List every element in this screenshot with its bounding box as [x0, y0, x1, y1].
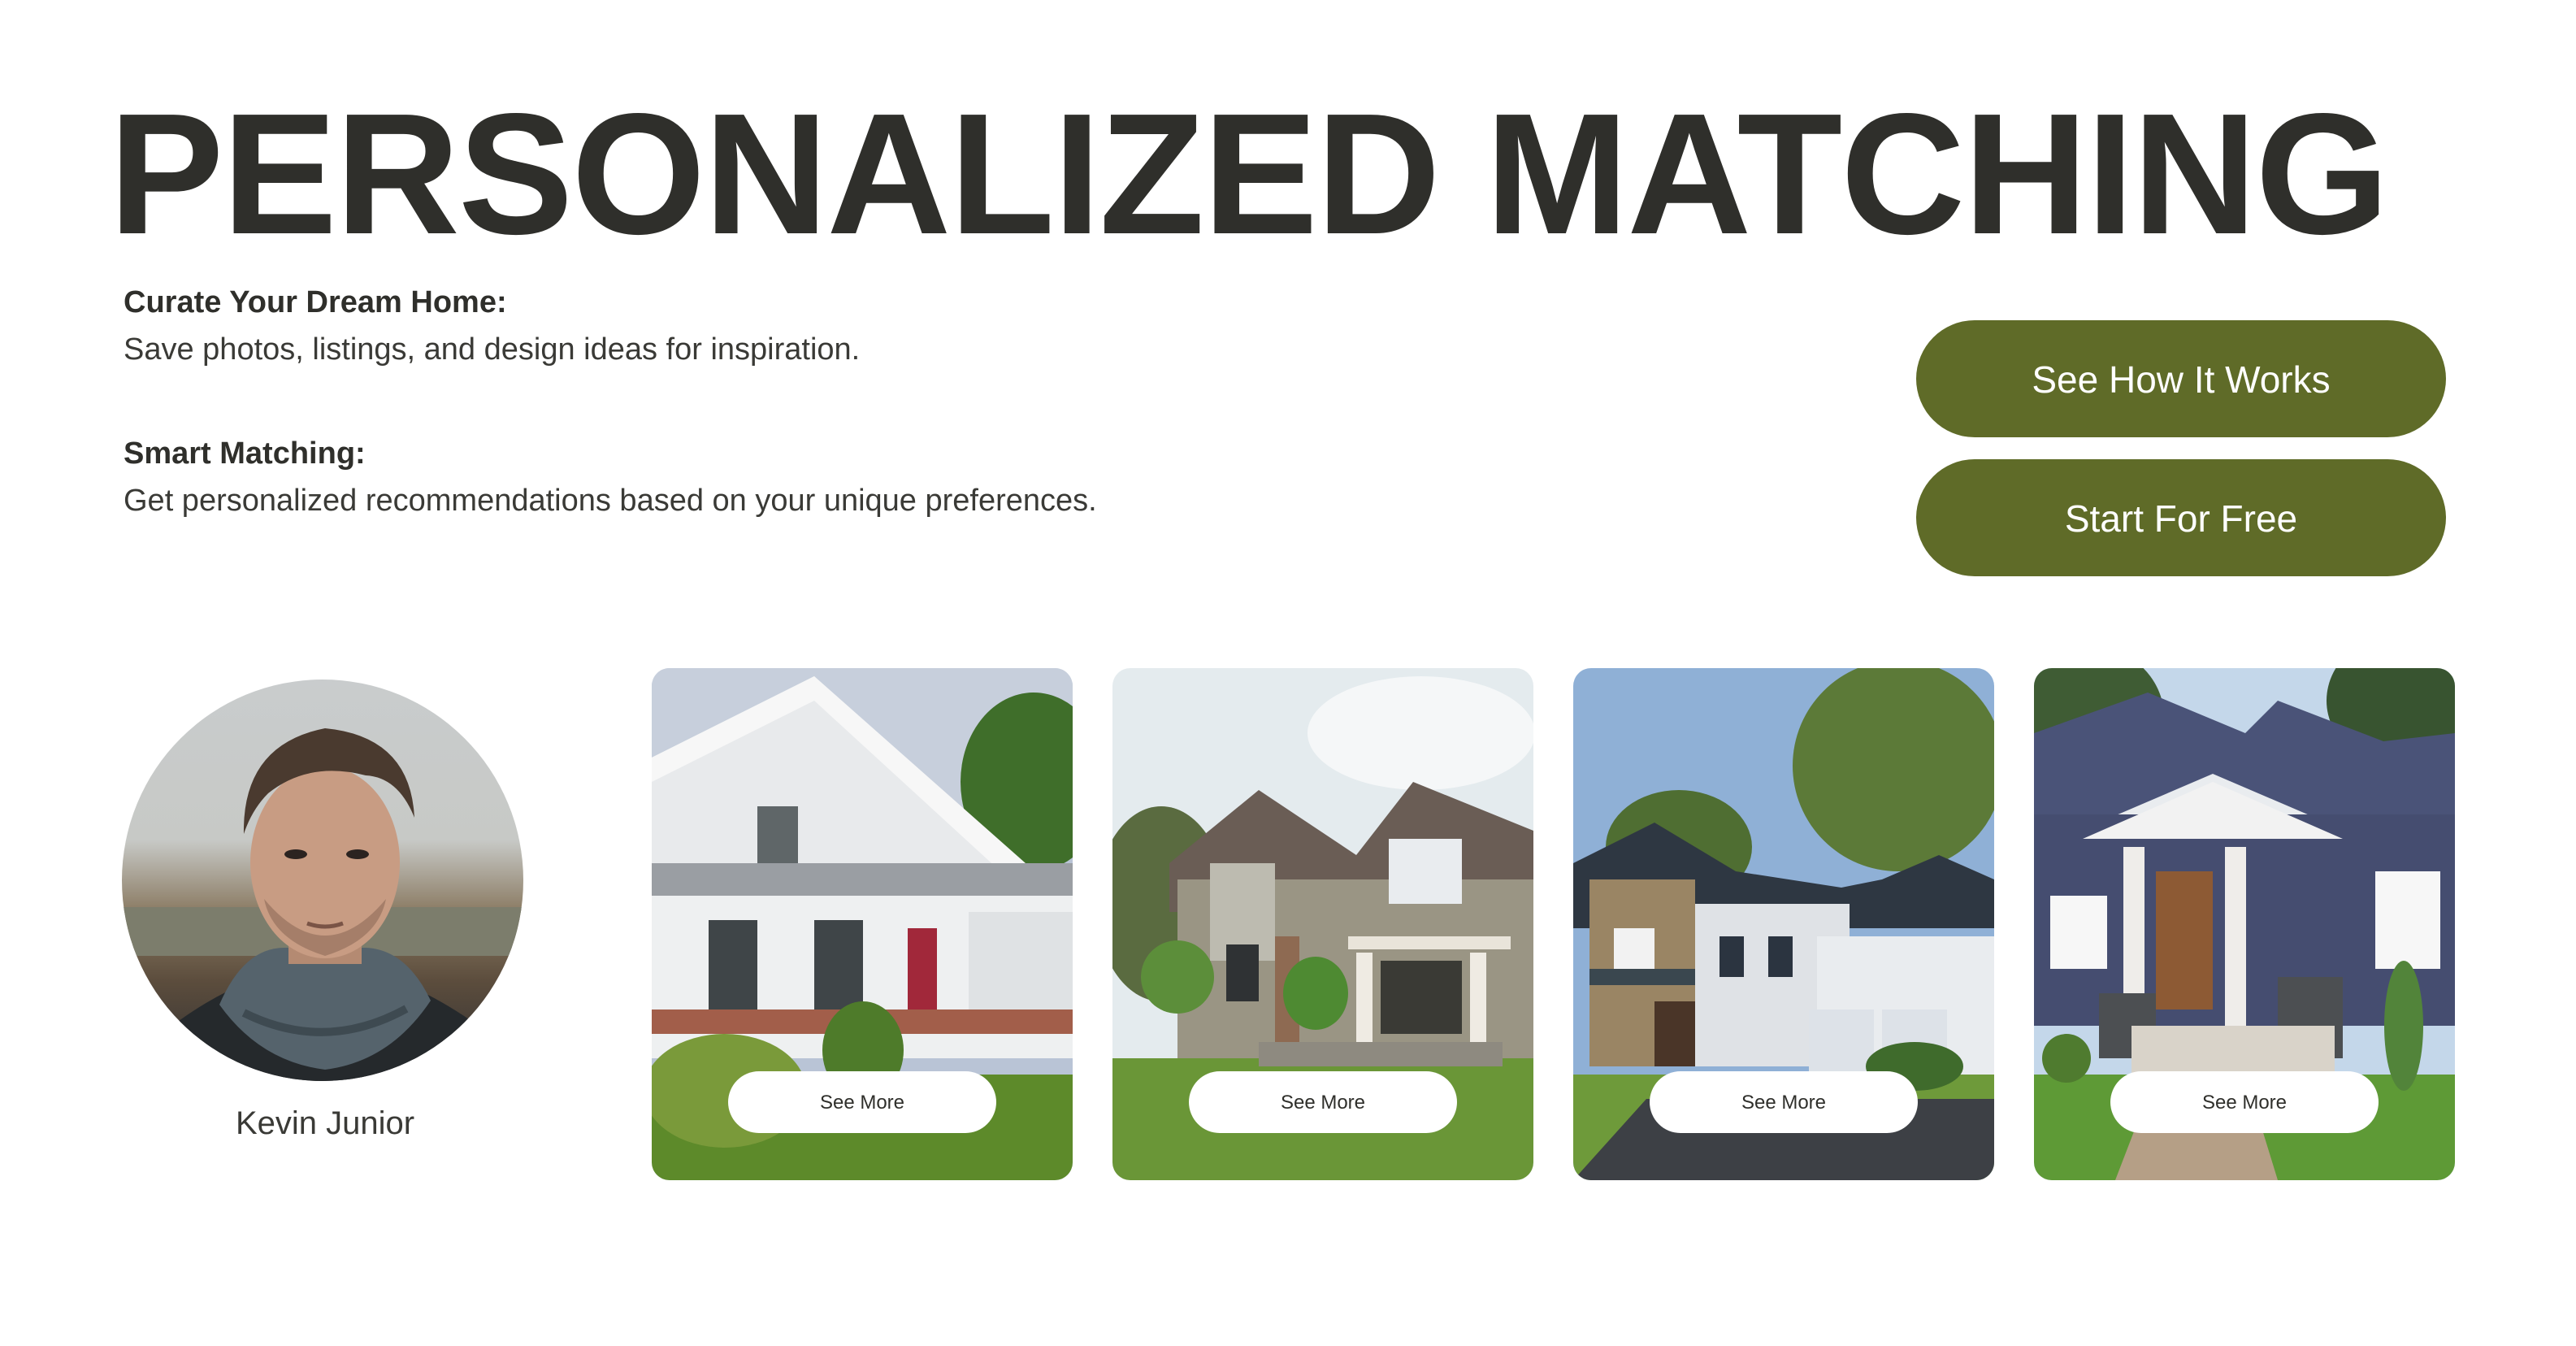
feature-curate: Curate Your Dream Home: Save photos, lis… [124, 281, 1586, 376]
see-more-button[interactable]: See More [2110, 1071, 2379, 1133]
features-list: Curate Your Dream Home: Save photos, lis… [124, 281, 1586, 584]
feature-heading: Smart Matching: [124, 436, 366, 471]
page-title: PERSONALIZED MATCHING [109, 77, 2389, 270]
see-more-button[interactable]: See More [728, 1071, 996, 1133]
house-card[interactable]: See More [1573, 668, 1994, 1180]
start-for-free-button[interactable]: Start For Free [1916, 459, 2446, 576]
house-card[interactable]: See More [2034, 668, 2455, 1180]
house-card[interactable]: See More [1112, 668, 1533, 1180]
avatar [122, 680, 523, 1081]
see-more-button[interactable]: See More [1189, 1071, 1457, 1133]
feature-smart-matching: Smart Matching: Get personalized recomme… [124, 432, 1586, 527]
avatar-photo [122, 728, 523, 1081]
feature-text: Save photos, listings, and design ideas … [124, 332, 861, 367]
see-how-it-works-button[interactable]: See How It Works [1916, 320, 2446, 437]
profile-card: Kevin Junior [122, 680, 528, 1142]
feature-heading: Curate Your Dream Home: [124, 285, 507, 319]
see-more-button[interactable]: See More [1650, 1071, 1918, 1133]
profile-name: Kevin Junior [235, 1105, 415, 1141]
house-card[interactable]: See More [652, 668, 1073, 1180]
feature-text: Get personalized recommendations based o… [124, 484, 1097, 518]
